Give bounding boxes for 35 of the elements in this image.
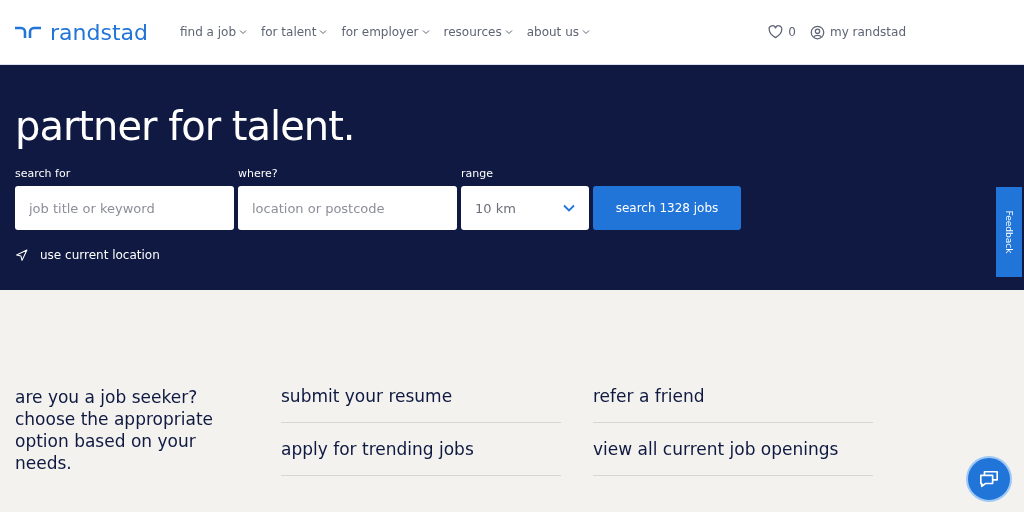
search-field[interactable]: location or postcode bbox=[238, 186, 457, 230]
field-label: range bbox=[461, 167, 494, 180]
nav-link[interactable]: for talent bbox=[261, 25, 328, 39]
nav-link[interactable]: for employer bbox=[341, 25, 430, 39]
range-select[interactable]: 10 km bbox=[461, 186, 589, 230]
chat-button[interactable] bbox=[966, 456, 1012, 502]
chevron-down-icon bbox=[239, 29, 248, 35]
navigation-arrow-icon bbox=[15, 248, 28, 262]
feedback-tab[interactable]: Feedback bbox=[996, 187, 1022, 277]
chevron-down-icon bbox=[319, 29, 328, 35]
intro-text: are you a job seeker? choose the appropriate option based on your needs. bbox=[15, 386, 214, 475]
chevron-down-icon bbox=[504, 29, 513, 35]
nav-link[interactable]: about us bbox=[526, 25, 590, 39]
chevron-down-icon bbox=[582, 29, 590, 35]
field-label: search for bbox=[15, 167, 72, 180]
account-link[interactable]: my randstad bbox=[809, 24, 906, 40]
user-icon bbox=[809, 24, 825, 40]
option-link[interactable]: submit your resume bbox=[281, 386, 561, 423]
search-field[interactable]: job title or keyword bbox=[15, 186, 234, 230]
option-link[interactable]: refer a friend bbox=[593, 386, 873, 423]
logo-icon bbox=[14, 25, 42, 39]
heart-icon bbox=[768, 25, 784, 39]
chevron-down-icon bbox=[563, 204, 575, 212]
chat-icon bbox=[978, 469, 1000, 489]
field-label: where? bbox=[238, 167, 279, 180]
search-button[interactable]: search 1328 jobs bbox=[593, 186, 741, 230]
nav-link[interactable]: resources bbox=[443, 25, 513, 39]
option-link[interactable]: apply for trending jobs bbox=[281, 439, 561, 476]
chevron-down-icon bbox=[421, 29, 430, 35]
logo-text[interactable]: randstad bbox=[50, 19, 148, 45]
option-link[interactable]: view all current job openings bbox=[593, 439, 873, 476]
nav-link[interactable]: find a job bbox=[179, 25, 248, 39]
location-link[interactable]: use current location bbox=[15, 248, 160, 262]
favorites-link[interactable]: 0 bbox=[768, 25, 796, 39]
hero-title: partner for talent. bbox=[15, 103, 356, 149]
